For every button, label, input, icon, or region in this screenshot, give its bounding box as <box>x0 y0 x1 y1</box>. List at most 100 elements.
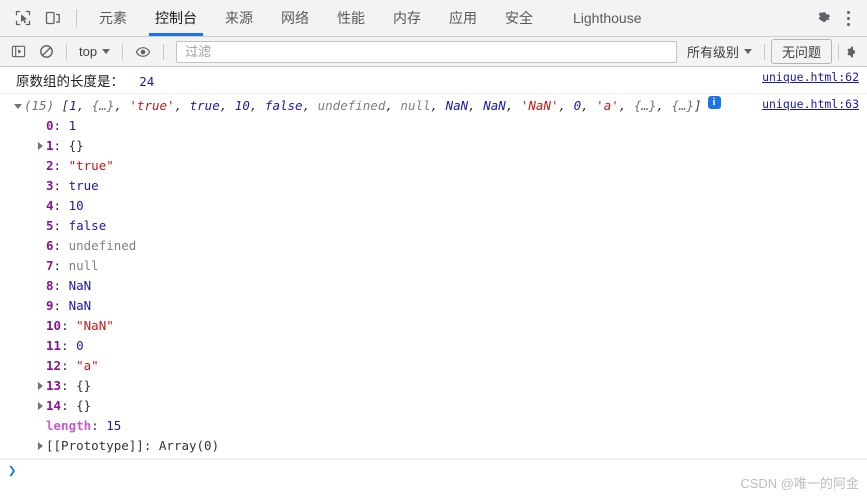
property-value: {} <box>76 398 92 413</box>
property-key: 1 <box>46 138 54 153</box>
array-preview-item: NaN <box>483 98 506 113</box>
property-colon: : <box>53 158 69 173</box>
array-property-row: 3: true <box>6 176 861 196</box>
property-value: "NaN" <box>76 318 114 333</box>
device-toolbar-icon[interactable] <box>38 0 68 36</box>
property-key: 9 <box>46 298 54 313</box>
array-property-row: 6: undefined <box>6 236 861 256</box>
console-sidebar-icon[interactable] <box>4 39 32 65</box>
property-value: 1 <box>68 118 77 133</box>
disclosure-triangle-icon[interactable] <box>34 136 46 156</box>
array-preview-item: undefined <box>317 98 386 113</box>
devtools-tabbar: 元素 控制台 来源 网络 性能 内存 应用 安全 Lighthouse <box>0 0 867 37</box>
prototype-value: Array(0) <box>158 438 220 453</box>
filter-input[interactable] <box>183 43 670 60</box>
property-colon: : <box>53 298 69 313</box>
preview-separator: , <box>174 98 190 113</box>
preview-separator: , <box>581 98 597 113</box>
kebab-menu-icon[interactable] <box>837 0 859 37</box>
prototype-key: [[Prototype]] <box>46 438 144 453</box>
prompt-caret-icon: ❯ <box>8 462 17 479</box>
tab-sources[interactable]: 来源 <box>211 0 267 36</box>
property-key: 5 <box>46 218 54 233</box>
array-property-row[interactable]: 14: {} <box>6 396 861 416</box>
array-count: (15) <box>24 98 55 113</box>
array-property-row: 9: NaN <box>6 296 861 316</box>
console-message-list[interactable]: 原数组的长度是： 24 unique.html:62 unique.html:6… <box>0 67 867 500</box>
property-colon: : <box>61 338 77 353</box>
preview-separator: , <box>505 98 521 113</box>
property-colon: : <box>61 358 77 373</box>
console-settings-gear-icon[interactable] <box>845 39 863 65</box>
array-property-row[interactable]: 13: {} <box>6 376 861 396</box>
array-prototype-row[interactable]: [[Prototype]] : Array(0) <box>6 436 861 456</box>
disclosure-triangle-icon[interactable] <box>34 436 46 456</box>
filterbar-divider <box>163 43 165 60</box>
array-property-row[interactable]: 1: {} <box>6 136 861 156</box>
gear-icon[interactable] <box>809 0 837 37</box>
length-value: 15 <box>106 418 122 433</box>
tabbar-actions <box>792 0 865 36</box>
log-level-selector[interactable]: 所有级别 <box>681 41 758 63</box>
array-preview-item: {…} <box>633 98 657 113</box>
tab-elements[interactable]: 元素 <box>85 0 141 36</box>
property-key: 0 <box>46 118 54 133</box>
array-preview-row[interactable]: (15) [ 1, {…}, 'true', true, 10, false, … <box>6 96 861 116</box>
property-colon: : <box>53 278 69 293</box>
preview-separator: , <box>468 98 484 113</box>
console-prompt[interactable]: ❯ <box>0 459 867 481</box>
console-message-log[interactable]: 原数组的长度是： 24 unique.html:62 <box>0 67 867 94</box>
property-key: 3 <box>46 178 54 193</box>
issues-button[interactable]: 无问题 <box>770 39 832 64</box>
property-colon: : <box>53 118 69 133</box>
property-colon: : <box>53 258 69 273</box>
tab-application[interactable]: 应用 <box>435 0 491 36</box>
console-prompt-input[interactable] <box>22 462 867 479</box>
source-link[interactable]: unique.html:62 <box>762 70 859 84</box>
array-length-row: length : 15 <box>6 416 861 436</box>
clear-console-icon[interactable] <box>32 39 60 65</box>
disclosure-triangle-icon[interactable] <box>34 376 46 396</box>
array-property-row: 10: "NaN" <box>6 316 861 336</box>
bracket-close: ] <box>694 98 702 113</box>
execution-context-selector[interactable]: top <box>73 41 116 63</box>
console-message-object[interactable]: unique.html:63 (15) [ 1, {…}, 'true', tr… <box>0 94 867 459</box>
inspect-cursor-icon[interactable] <box>8 0 38 36</box>
devtools-window: 元素 控制台 来源 网络 性能 内存 应用 安全 Lighthouse top … <box>0 0 867 500</box>
preview-separator: , <box>558 98 574 113</box>
property-key: 11 <box>46 338 62 353</box>
tab-label: Lighthouse <box>573 10 642 26</box>
property-colon: : <box>61 398 77 413</box>
array-properties: 0: 11: {} 2: "true" 3: true 4: 10 5: false 6:… <box>6 116 861 416</box>
source-link[interactable]: unique.html:63 <box>762 97 859 111</box>
filterbar-divider <box>838 43 839 60</box>
tab-security[interactable]: 安全 <box>491 0 547 36</box>
property-value: true <box>68 178 99 193</box>
tab-memory[interactable]: 内存 <box>379 0 435 36</box>
disclosure-triangle-icon[interactable] <box>12 96 24 116</box>
tab-console[interactable]: 控制台 <box>141 0 211 36</box>
info-icon[interactable]: i <box>707 96 721 109</box>
tab-network[interactable]: 网络 <box>267 0 323 36</box>
tab-lighthouse[interactable]: Lighthouse <box>547 0 656 36</box>
filter-input-wrapper[interactable] <box>176 40 677 63</box>
array-property-row: 5: false <box>6 216 861 236</box>
preview-separator: , <box>219 98 235 113</box>
array-property-row: 8: NaN <box>6 276 861 296</box>
property-key: 13 <box>46 378 62 393</box>
live-expression-eye-icon[interactable] <box>129 39 157 65</box>
property-colon: : <box>53 238 69 253</box>
array-preview-item: NaN <box>445 98 469 113</box>
property-colon: : <box>53 198 69 213</box>
execution-context-label: top <box>79 44 98 59</box>
tab-performance[interactable]: 性能 <box>323 0 379 36</box>
preview-separator: , <box>249 98 265 113</box>
property-value: undefined <box>68 238 137 253</box>
chevron-down-icon <box>743 49 752 54</box>
array-preview-item: {…} <box>91 98 115 113</box>
property-value: {} <box>68 138 84 153</box>
property-key: 4 <box>46 198 54 213</box>
disclosure-triangle-icon[interactable] <box>34 396 46 416</box>
preview-separator: , <box>385 98 401 113</box>
array-preview-item: false <box>264 98 303 113</box>
